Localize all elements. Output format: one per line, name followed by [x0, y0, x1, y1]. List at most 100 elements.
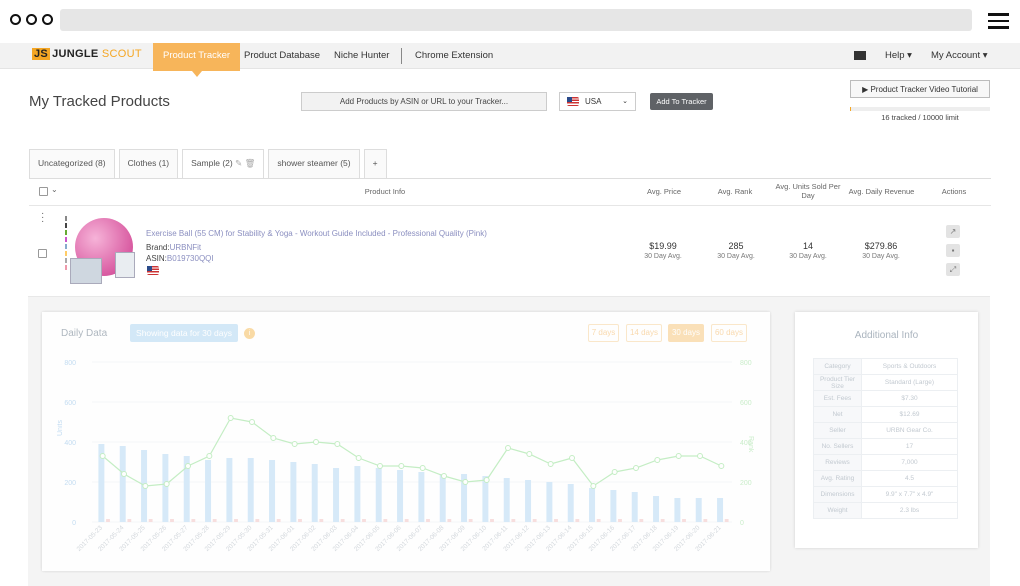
revenue-bar — [490, 519, 494, 522]
col-avg-price[interactable]: Avg. Price — [634, 187, 694, 196]
trash-icon[interactable]: ▪ — [946, 244, 960, 257]
revenue-bar — [298, 519, 302, 522]
address-bar[interactable] — [60, 9, 972, 31]
row-checkbox[interactable] — [38, 249, 47, 258]
y-tick-label: 800 — [64, 360, 76, 367]
rank-point — [185, 463, 191, 469]
chevron-down-icon[interactable]: ⌄ — [51, 185, 58, 194]
units-bar — [397, 470, 404, 522]
external-link-icon[interactable]: ↗ — [946, 225, 960, 238]
brand-value[interactable]: URBNFit — [170, 243, 202, 252]
y-tick-label: 600 — [64, 400, 76, 407]
info-row: Est. Fees $7.30 — [813, 390, 958, 407]
range-14-days[interactable]: 14 days — [626, 324, 662, 342]
select-all-checkbox[interactable] — [39, 187, 48, 196]
mail-icon[interactable] — [854, 51, 866, 60]
avg-units-sub: 30 Day Avg. — [789, 253, 827, 260]
units-bar — [653, 496, 660, 522]
brand-label: Brand: — [146, 243, 170, 252]
tab-sample[interactable]: Sample (2) ✎ 🗑 — [182, 149, 265, 179]
units-bar — [311, 464, 318, 522]
units-bar — [162, 454, 169, 522]
rank-point — [163, 481, 170, 487]
units-bar — [503, 478, 510, 522]
nav-chrome-extension[interactable]: Chrome Extension — [415, 43, 493, 69]
col-product-info: Product Info — [364, 187, 406, 196]
menu-icon[interactable] — [988, 13, 1009, 33]
asin-value[interactable]: B019730QQI — [167, 254, 214, 263]
units-bar — [589, 488, 596, 522]
expand-icon[interactable]: ⤢ — [946, 263, 960, 276]
units-bar — [610, 490, 617, 522]
product-image[interactable] — [67, 215, 135, 287]
video-tutorial-button[interactable]: ▶ Product Tracker Video Tutorial — [850, 80, 990, 98]
revenue-bar — [170, 519, 174, 522]
y2-tick-label: 200 — [740, 480, 752, 487]
drag-handle-icon[interactable]: · · · — [41, 209, 44, 227]
revenue-bar — [191, 519, 196, 522]
tab-shower-steamer[interactable]: shower steamer (5) — [268, 149, 360, 178]
tab-divider — [29, 178, 991, 179]
y-axis-label: Units — [57, 420, 64, 436]
chevron-down-icon: ⌄ — [622, 98, 628, 105]
units-bar — [375, 468, 382, 522]
logo-scout-text: SCOUT — [101, 48, 142, 60]
nav-niche-hunter[interactable]: Niche Hunter — [334, 43, 389, 69]
info-label: Net — [813, 406, 862, 423]
info-label: Reviews — [813, 454, 862, 471]
revenue-bar — [319, 519, 324, 522]
info-value: Sports & Outdoors — [861, 358, 958, 375]
rank-point — [633, 465, 639, 471]
product-title[interactable]: Exercise Ball (55 CM) for Stability & Yo… — [146, 229, 487, 238]
nav-product-database[interactable]: Product Database — [244, 43, 320, 69]
pencil-icon[interactable]: ✎ — [235, 158, 242, 168]
rank-point — [675, 453, 682, 459]
window-controls — [10, 14, 53, 25]
workout-guide-image — [115, 252, 135, 278]
avg-units-value: 14 — [802, 241, 813, 251]
revenue-bar — [426, 519, 430, 522]
help-menu[interactable]: Help ▾ — [885, 43, 912, 69]
rank-point — [547, 461, 554, 467]
rank-point — [611, 469, 618, 475]
rank-point — [99, 453, 106, 459]
rank-point — [718, 463, 725, 469]
add-tab-button[interactable]: + — [363, 149, 387, 178]
nav-product-tracker[interactable]: Product Tracker — [153, 43, 241, 77]
avg-revenue-value: $279.86 — [864, 241, 898, 251]
account-menu[interactable]: My Account ▾ — [931, 43, 988, 69]
add-product-input[interactable]: Add Products by ASIN or URL to your Trac… — [301, 92, 547, 111]
avg-units: 14 30 Day Avg. — [778, 241, 838, 260]
range-60-days[interactable]: 60 days — [711, 324, 747, 342]
product-box-image — [70, 258, 102, 284]
add-to-tracker-button[interactable]: Add To Tracker — [650, 93, 713, 110]
revenue-bar — [575, 519, 580, 522]
range-30-days[interactable]: 30 days — [668, 324, 704, 342]
trash-icon[interactable]: 🗑 — [245, 158, 256, 168]
top-navigation: JS JUNGLE SCOUT Product Tracker Product D… — [0, 43, 1020, 77]
daily-data-title: Daily Data — [61, 328, 108, 339]
additional-info-title: Additional Info — [854, 330, 919, 341]
tab-clothes[interactable]: Clothes (1) — [118, 149, 179, 178]
revenue-bar — [362, 519, 366, 522]
info-row: Weight 2.3 lbs — [813, 502, 958, 519]
y-tick-label: 400 — [64, 440, 76, 447]
revenue-bar — [682, 519, 686, 522]
jungle-scout-logo[interactable]: JS JUNGLE SCOUT — [32, 48, 142, 60]
col-avg-units[interactable]: Avg. Units Sold Per Day — [772, 182, 844, 200]
units-bar — [205, 460, 212, 522]
tab-sample-label: Sample (2) — [191, 158, 233, 168]
rank-point — [505, 445, 511, 451]
country-select[interactable]: USA ⌄ — [559, 92, 636, 111]
tracked-count: 16 tracked / 10000 limit — [881, 113, 959, 122]
info-icon[interactable]: i — [244, 328, 255, 339]
revenue-bar — [127, 519, 132, 522]
revenue-bar — [340, 519, 345, 522]
col-avg-revenue[interactable]: Avg. Daily Revenue — [844, 187, 919, 196]
browser-chrome — [0, 0, 1020, 40]
col-avg-rank[interactable]: Avg. Rank — [705, 187, 765, 196]
range-7-days[interactable]: 7 days — [588, 324, 619, 342]
tab-uncategorized[interactable]: Uncategorized (8) — [29, 149, 115, 178]
avg-price-value: $19.99 — [649, 241, 677, 251]
revenue-bar — [639, 519, 644, 522]
